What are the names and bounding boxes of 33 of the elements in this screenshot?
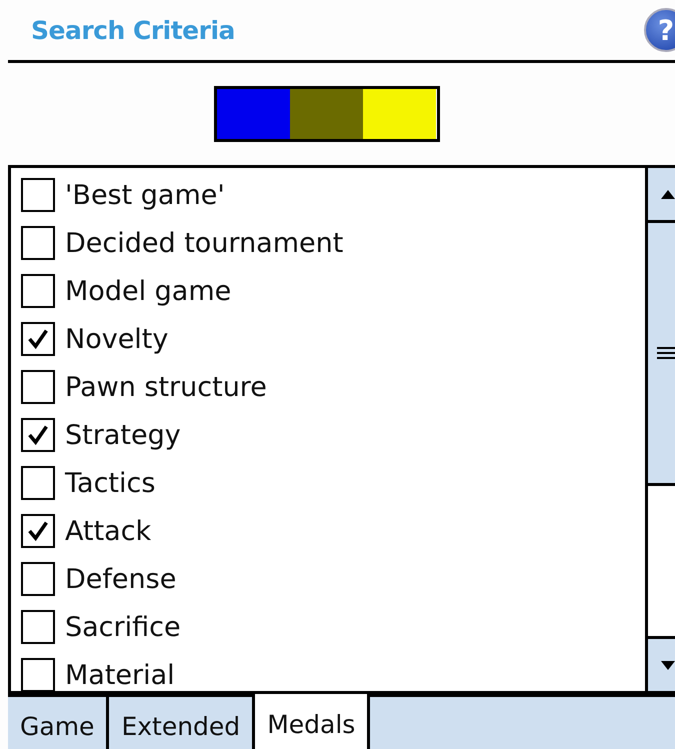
scroll-up-icon[interactable] xyxy=(661,190,675,198)
checkmark-icon xyxy=(26,327,50,351)
checkbox[interactable] xyxy=(21,514,55,548)
checkbox[interactable] xyxy=(21,658,55,691)
checkmark-icon xyxy=(26,519,50,543)
scroll-down-icon[interactable] xyxy=(661,660,675,670)
checkbox[interactable] xyxy=(21,322,55,356)
scrollbar[interactable] xyxy=(645,168,675,691)
criteria-label[interactable]: Novelty xyxy=(65,324,168,354)
criteria-label[interactable]: Strategy xyxy=(65,420,181,450)
checkbox[interactable] xyxy=(21,178,55,212)
tab[interactable]: Game xyxy=(8,697,110,749)
criteria-label[interactable]: Attack xyxy=(65,516,152,546)
grip-icon[interactable] xyxy=(657,347,675,359)
criteria-label[interactable]: Decided tournament xyxy=(65,228,344,258)
help-button[interactable]: ? xyxy=(644,8,675,52)
criteria-label[interactable]: Defense xyxy=(65,564,176,594)
page-title: Search Criteria xyxy=(31,16,235,44)
criteria-label[interactable]: Material xyxy=(65,660,175,690)
criteria-label[interactable]: Pawn structure xyxy=(65,372,267,402)
criteria-label[interactable]: Sacrifice xyxy=(65,612,181,642)
checkbox[interactable] xyxy=(21,562,55,596)
criteria-label[interactable]: Model game xyxy=(65,276,232,306)
criteria-label[interactable]: 'Best game' xyxy=(65,180,225,210)
checkbox[interactable] xyxy=(21,370,55,404)
checkbox[interactable] xyxy=(21,418,55,452)
criteria-label[interactable]: Tactics xyxy=(65,468,156,498)
checkbox[interactable] xyxy=(21,610,55,644)
checkbox[interactable] xyxy=(21,226,55,260)
checkbox[interactable] xyxy=(21,274,55,308)
checkmark-icon xyxy=(26,423,50,447)
checkbox[interactable] xyxy=(21,466,55,500)
tab[interactable]: Medals xyxy=(255,694,370,749)
